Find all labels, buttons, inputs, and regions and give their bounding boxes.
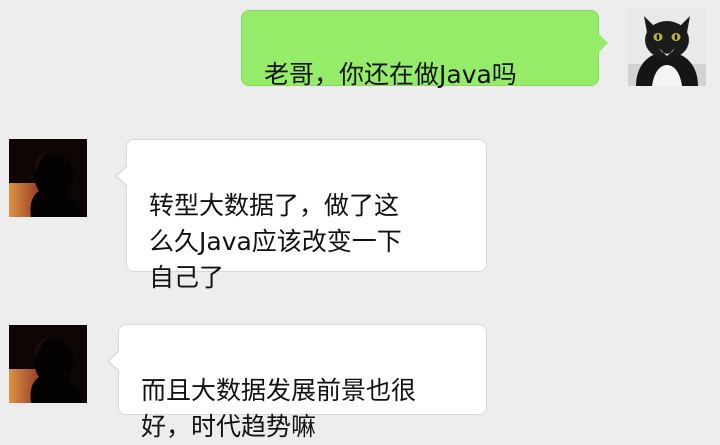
message-text: 老哥，你还在做Java吗 xyxy=(264,60,517,89)
chat-bubble-outgoing: 老哥，你还在做Java吗 xyxy=(241,10,608,89)
silhouette-sunset-avatar-icon xyxy=(9,325,87,403)
avatar[interactable] xyxy=(9,139,87,217)
black-cat-avatar-icon xyxy=(628,8,706,86)
silhouette-sunset-avatar-icon xyxy=(9,139,87,217)
avatar[interactable] xyxy=(628,8,706,86)
message-text: 而且大数据发展前景也很 好，时代趋势嘛 xyxy=(141,376,417,441)
avatar[interactable] xyxy=(9,325,87,403)
chat-bubble-incoming: 而且大数据发展前景也很 好，时代趋势嘛 xyxy=(107,324,487,441)
chat-bubble-incoming: 转型大数据了，做了这 么久Java应该改变一下 自己了 xyxy=(115,139,487,292)
message-text: 转型大数据了，做了这 么久Java应该改变一下 自己了 xyxy=(149,191,402,292)
